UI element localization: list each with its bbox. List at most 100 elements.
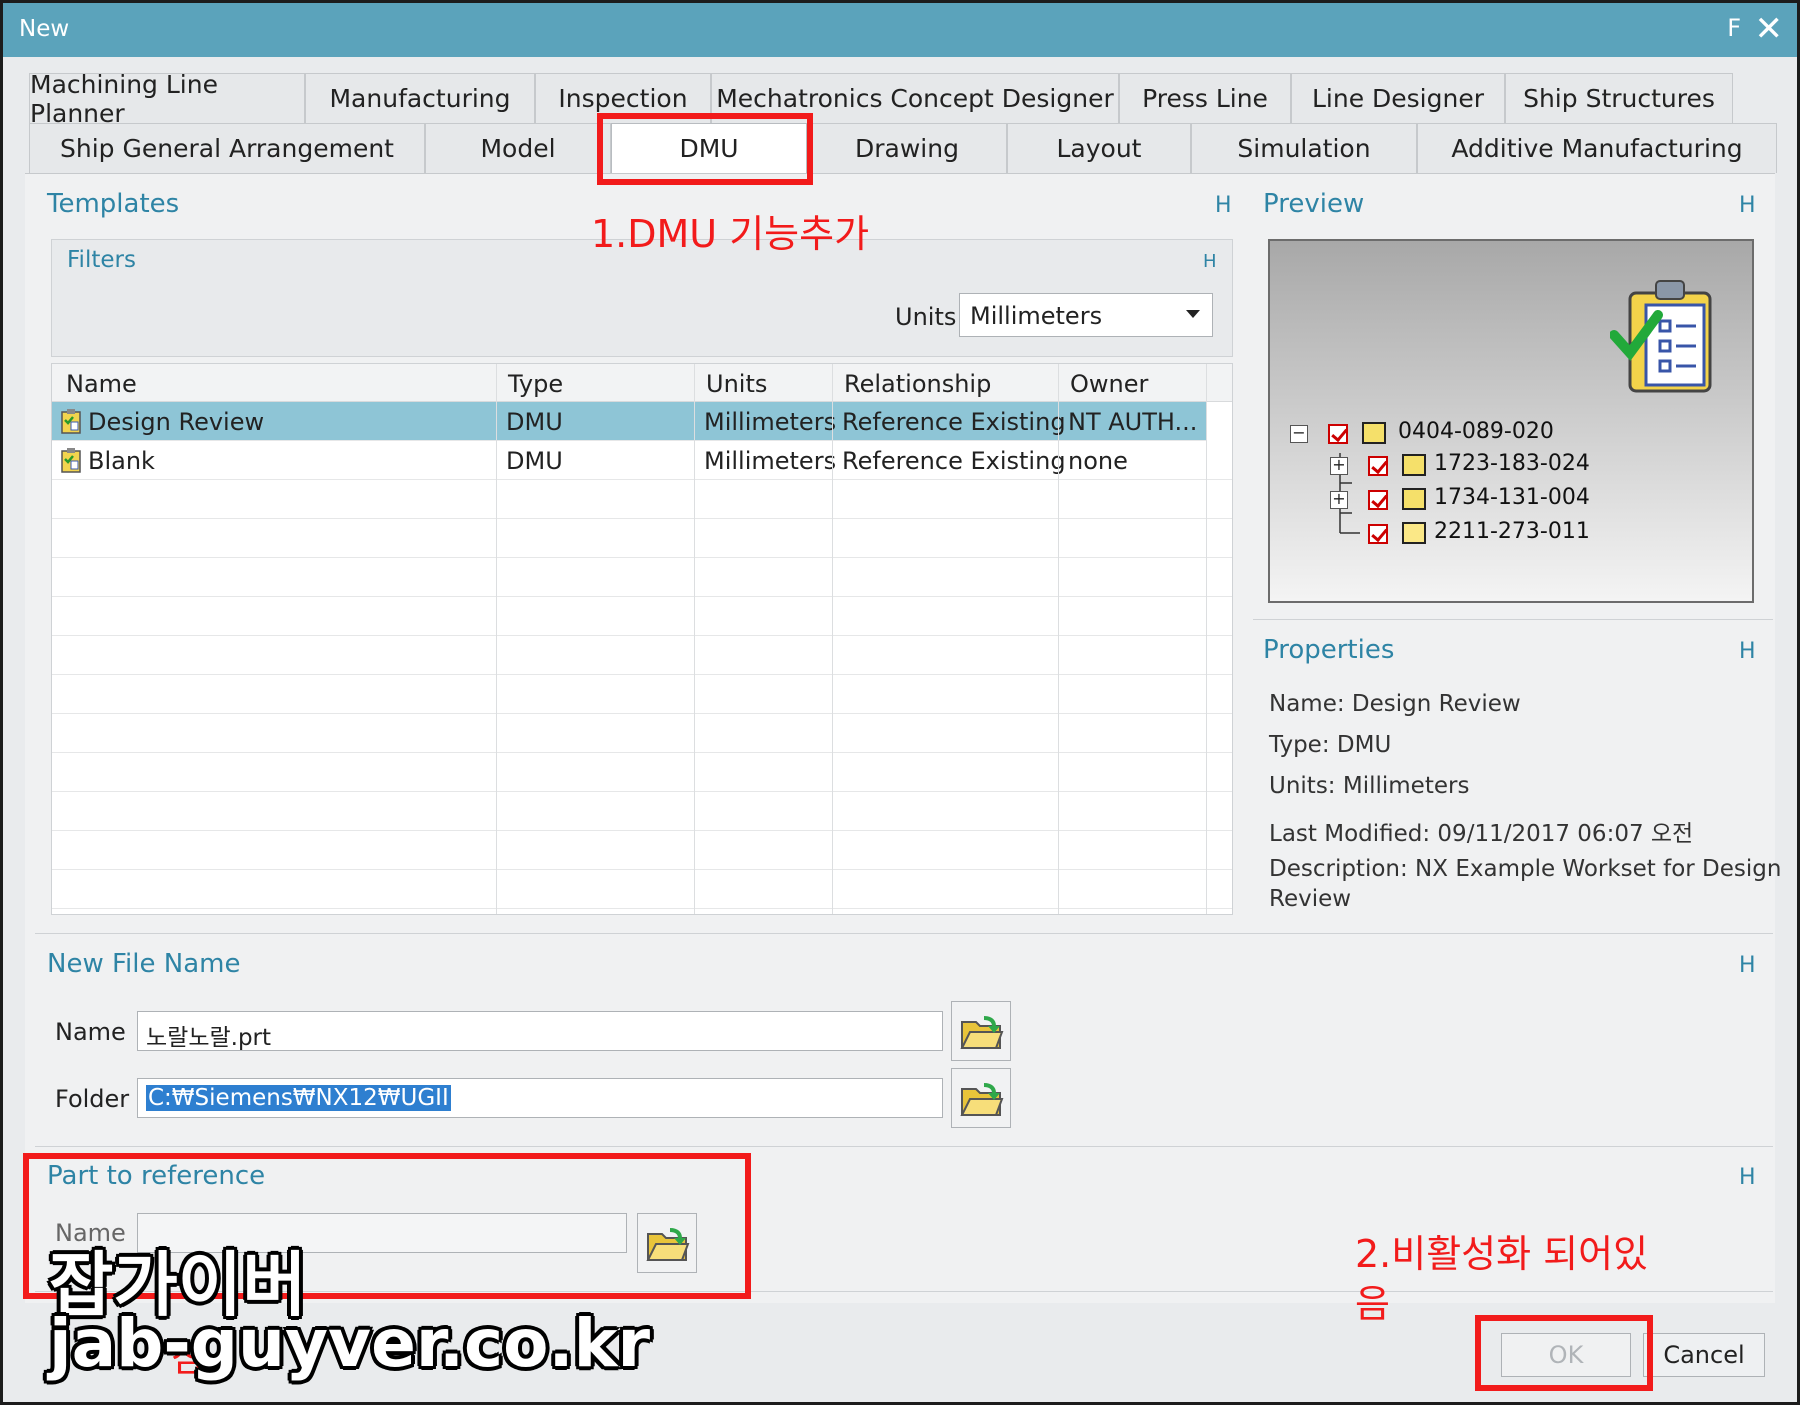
tree-item[interactable]: 2211-273-011	[1434, 519, 1590, 544]
templates-title: Templates	[47, 189, 180, 219]
folder-open-icon	[960, 1016, 1004, 1049]
properties-hide-button[interactable]: H	[1739, 639, 1756, 664]
tab-drawing[interactable]: Drawing	[807, 123, 1007, 173]
tab-additive-manufacturing[interactable]: Additive Manufacturing	[1417, 123, 1777, 173]
divider	[1253, 619, 1773, 620]
watermark-url: jab-guyver.co.kr	[49, 1305, 651, 1382]
folder-input[interactable]: C:₩Siemens₩NX12₩UGII	[137, 1078, 943, 1118]
column-header-owner[interactable]: Owner	[1070, 370, 1148, 398]
new-file-hide-button[interactable]: H	[1739, 953, 1756, 978]
preview-hide-button[interactable]: H	[1739, 193, 1756, 218]
row-relationship: Reference Existing	[842, 408, 1066, 436]
cancel-button[interactable]: Cancel	[1643, 1333, 1765, 1377]
table-row-empty	[52, 558, 1232, 597]
column-divider	[496, 364, 497, 914]
template-icon	[61, 448, 81, 473]
assembly-icon	[1362, 422, 1386, 444]
clipboard-icon	[1610, 280, 1712, 393]
column-divider	[694, 364, 695, 914]
chevron-down-icon	[1186, 310, 1200, 318]
column-header-name[interactable]: Name	[66, 370, 137, 398]
name-label: Name	[55, 1018, 126, 1046]
divider	[35, 933, 1773, 934]
folder-open-icon	[960, 1083, 1004, 1116]
table-row-empty	[52, 714, 1232, 753]
browse-folder-button[interactable]	[951, 1068, 1011, 1128]
units-label: Units	[895, 303, 957, 331]
row-name: Blank	[88, 447, 155, 475]
annotation-step2: 2.비활성화 되어있	[1355, 1232, 1649, 1276]
template-icon	[61, 409, 81, 434]
properties-title: Properties	[1263, 635, 1395, 665]
browse-name-button[interactable]	[951, 1001, 1011, 1061]
expand-icon[interactable]: +	[1330, 491, 1348, 509]
column-divider	[832, 364, 833, 914]
property-description: Description: NX Example Workset for Desi…	[1269, 856, 1782, 882]
table-row-empty	[52, 753, 1232, 792]
property-description-cont: Review	[1269, 886, 1352, 912]
table-row-empty	[52, 831, 1232, 870]
window-f-label: F	[1727, 14, 1741, 42]
checkbox-checked-icon[interactable]	[1368, 490, 1388, 510]
row-owner: NT AUTH...	[1068, 408, 1198, 436]
tab-ship-structures[interactable]: Ship Structures	[1505, 73, 1733, 123]
tab-line-designer[interactable]: Line Designer	[1291, 73, 1505, 123]
tree-item[interactable]: 1723-183-024	[1434, 451, 1590, 476]
window-title: New	[19, 16, 70, 42]
row-units: Millimeters	[704, 408, 837, 436]
tab-simulation[interactable]: Simulation	[1191, 123, 1417, 173]
part-ref-hide-button[interactable]: H	[1739, 1165, 1756, 1190]
property-type: Type: DMU	[1269, 732, 1392, 758]
row-owner: none	[1068, 447, 1128, 475]
annotation-step2-cont: 음	[1355, 1282, 1390, 1326]
part-icon	[1402, 522, 1426, 544]
collapse-icon[interactable]: −	[1290, 425, 1308, 443]
table-row-empty	[52, 870, 1232, 909]
file-name-value: 노랄노랄.prt	[146, 1025, 272, 1051]
checkbox-checked-icon[interactable]	[1368, 524, 1388, 544]
title-bar: New F ✕	[3, 3, 1797, 57]
expand-icon[interactable]: +	[1330, 457, 1348, 475]
folder-value: C:₩Siemens₩NX12₩UGII	[146, 1085, 451, 1111]
close-icon[interactable]: ✕	[1755, 9, 1784, 49]
units-select-value: Millimeters	[970, 302, 1103, 330]
tab-press-line[interactable]: Press Line	[1119, 73, 1291, 123]
column-divider	[1206, 364, 1207, 914]
property-name: Name: Design Review	[1269, 691, 1521, 717]
templates-table: Name Type Units Relationship Owner Desig…	[51, 363, 1233, 915]
new-file-name-title: New File Name	[47, 949, 241, 979]
filters-hide-button[interactable]: H	[1203, 251, 1217, 272]
table-row-empty	[52, 480, 1232, 519]
divider	[35, 1146, 1773, 1147]
preview-title: Preview	[1263, 189, 1365, 219]
tab-manufacturing[interactable]: Manufacturing	[305, 73, 535, 123]
annotation-step1: 1.DMU 기능추가	[591, 212, 870, 256]
table-header: Name Type Units Relationship Owner	[52, 364, 1232, 402]
tab-layout[interactable]: Layout	[1007, 123, 1191, 173]
table-row[interactable]: Blank DMU Millimeters Reference Existing…	[52, 441, 1232, 480]
assembly-icon	[1402, 454, 1426, 476]
column-header-relationship[interactable]: Relationship	[844, 370, 991, 398]
table-row-empty	[52, 636, 1232, 675]
row-units: Millimeters	[704, 447, 837, 475]
annotation-box-ok	[1475, 1315, 1653, 1391]
file-name-input[interactable]: 노랄노랄.prt	[137, 1011, 943, 1051]
templates-hide-button[interactable]: H	[1215, 193, 1232, 218]
filters-title: Filters	[67, 247, 136, 273]
column-header-type[interactable]: Type	[508, 370, 563, 398]
units-select[interactable]: Millimeters	[959, 293, 1213, 337]
folder-label: Folder	[55, 1085, 130, 1113]
checkbox-checked-icon[interactable]	[1328, 424, 1348, 444]
tree-item[interactable]: 1734-131-004	[1434, 485, 1590, 510]
tab-machining-line-planner[interactable]: Machining Line Planner	[29, 70, 305, 128]
row-relationship: Reference Existing	[842, 447, 1066, 475]
table-row[interactable]: Design Review DMU Millimeters Reference …	[52, 402, 1206, 441]
checkbox-checked-icon[interactable]	[1368, 456, 1388, 476]
row-type: DMU	[506, 447, 563, 475]
table-row-empty	[52, 675, 1232, 714]
tree-item-root[interactable]: 0404-089-020	[1398, 419, 1554, 444]
column-header-units[interactable]: Units	[706, 370, 767, 398]
annotation-box-dmu-tab	[597, 113, 813, 185]
tab-ship-general-arrangement[interactable]: Ship General Arrangement	[29, 123, 425, 173]
tab-model[interactable]: Model	[425, 123, 611, 173]
